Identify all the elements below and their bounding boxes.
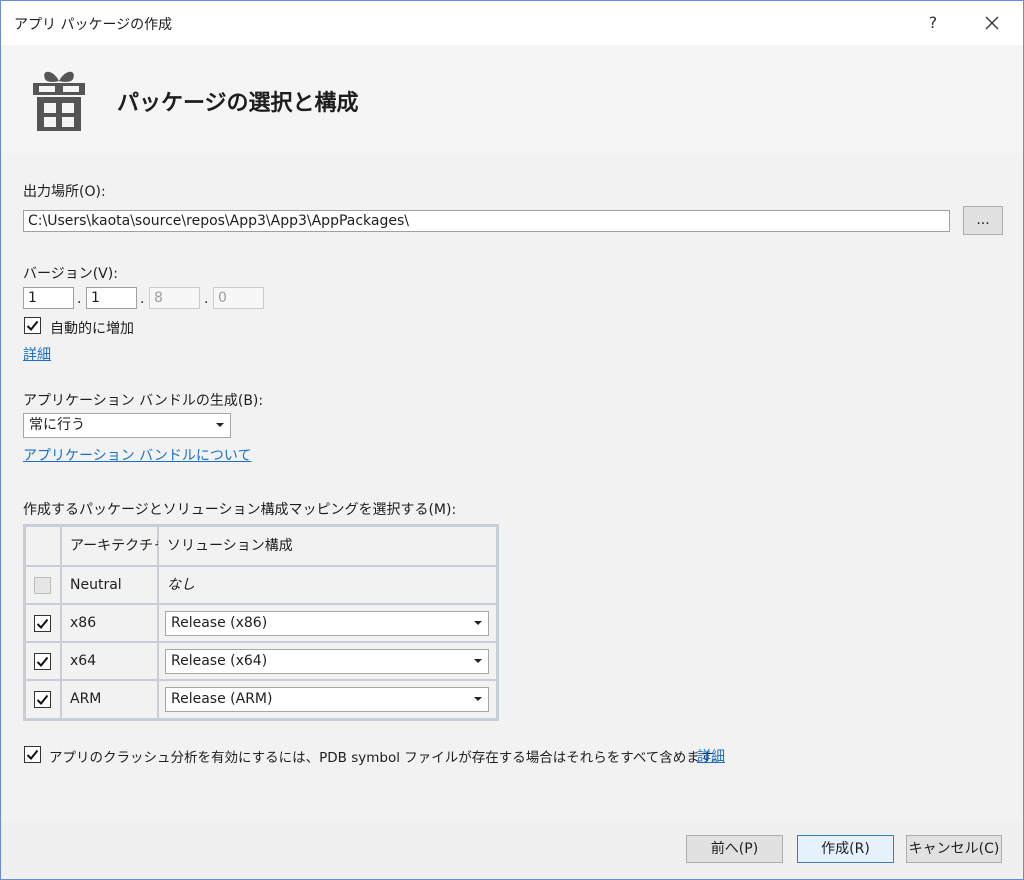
auto-increment-label: 自動的に増加 xyxy=(50,321,134,337)
table-row-config-cell: Release (x86) xyxy=(158,604,497,642)
chevron-down-icon xyxy=(216,423,224,427)
bundle-about-link[interactable]: アプリケーション バンドルについて xyxy=(23,445,251,465)
browse-button[interactable]: ... xyxy=(963,206,1003,235)
checkmark-icon xyxy=(26,320,39,331)
version-label: バージョン(V): xyxy=(23,266,118,282)
arm-config-select[interactable]: Release (ARM) xyxy=(165,687,489,712)
neutral-checkbox xyxy=(34,577,51,594)
table-header-architecture: アーキテクチャ xyxy=(61,526,167,566)
bundle-selected-value: 常に行う xyxy=(29,417,85,433)
close-icon xyxy=(985,16,999,30)
table-header-check xyxy=(25,526,61,566)
x64-checkbox[interactable] xyxy=(34,653,51,670)
window-title: アプリ パッケージの作成 xyxy=(14,17,173,33)
create-button[interactable]: 作成(R) xyxy=(797,835,894,863)
table-row-check-cell xyxy=(25,604,61,642)
help-button[interactable]: ? xyxy=(919,9,947,37)
x86-config-select[interactable]: Release (x86) xyxy=(165,611,489,636)
x86-checkbox[interactable] xyxy=(34,615,51,632)
create-app-packages-dialog: アプリ パッケージの作成 ? パッケージの選択と構成 出力場所(O): C:\U… xyxy=(0,0,1024,880)
checkmark-icon xyxy=(36,694,49,705)
table-row-arch: Neutral xyxy=(61,566,158,604)
dialog-footer: 前へ(P) 作成(R) キャンセル(C) xyxy=(1,819,1023,879)
table-row-config-cell: Release (ARM) xyxy=(158,680,497,719)
arm-config-value: Release (ARM) xyxy=(171,691,273,707)
table-header-solution-config: ソリューション構成 xyxy=(158,526,497,566)
dialog-content: 出力場所(O): C:\Users\kaota\source\repos\App… xyxy=(1,153,1023,819)
table-row-config: なし xyxy=(158,566,497,604)
version-build-input: 8 xyxy=(149,287,200,309)
output-location-label: 出力場所(O): xyxy=(23,184,106,200)
table-row-check-cell xyxy=(25,566,61,604)
package-mapping-table: アーキテクチャ ソリューション構成 Neutral なし x86 Release… xyxy=(23,524,499,721)
table-row-arch: x86 xyxy=(61,604,158,642)
x64-config-select[interactable]: Release (x64) xyxy=(165,649,489,674)
crash-details-link[interactable]: 詳細 xyxy=(697,746,725,766)
bundle-label: アプリケーション バンドルの生成(B): xyxy=(23,393,264,409)
version-separator: . xyxy=(204,291,209,307)
version-major-input[interactable]: 1 xyxy=(23,287,74,309)
arm-checkbox[interactable] xyxy=(34,691,51,708)
back-button[interactable]: 前へ(P) xyxy=(686,835,783,863)
close-button[interactable] xyxy=(976,9,1008,37)
version-minor-input[interactable]: 1 xyxy=(86,287,137,309)
version-separator: . xyxy=(140,291,145,307)
title-bar: アプリ パッケージの作成 ? xyxy=(1,1,1023,45)
cancel-button[interactable]: キャンセル(C) xyxy=(906,835,1002,863)
output-location-input[interactable]: C:\Users\kaota\source\repos\App3\App3\Ap… xyxy=(23,210,950,232)
version-revision-input: 0 xyxy=(213,287,264,309)
bundle-select[interactable]: 常に行う xyxy=(23,413,231,438)
auto-increment-checkbox[interactable] xyxy=(24,317,41,334)
checkmark-icon xyxy=(36,618,49,629)
checkmark-icon xyxy=(36,656,49,667)
chevron-down-icon xyxy=(474,697,482,701)
page-title: パッケージの選択と構成 xyxy=(117,91,359,116)
checkmark-icon xyxy=(26,749,39,760)
table-row-arch: x64 xyxy=(61,642,158,680)
version-separator: . xyxy=(77,291,82,307)
chevron-down-icon xyxy=(474,659,482,663)
gift-icon xyxy=(33,71,85,131)
mapping-label: 作成するパッケージとソリューション構成マッピングを選択する(M): xyxy=(23,502,457,518)
table-row-config-cell: Release (x64) xyxy=(158,642,497,680)
chevron-down-icon xyxy=(474,621,482,625)
table-row-check-cell xyxy=(25,680,61,719)
x86-config-value: Release (x86) xyxy=(171,615,268,631)
table-row-arch: ARM xyxy=(61,680,158,719)
version-details-link[interactable]: 詳細 xyxy=(23,344,51,364)
include-pdb-checkbox[interactable] xyxy=(24,746,41,763)
table-row-check-cell xyxy=(25,642,61,680)
dialog-header: パッケージの選択と構成 xyxy=(1,45,1023,153)
x64-config-value: Release (x64) xyxy=(171,653,268,669)
include-pdb-label: アプリのクラッシュ分析を有効にするには、PDB symbol ファイルが存在する… xyxy=(49,750,726,766)
